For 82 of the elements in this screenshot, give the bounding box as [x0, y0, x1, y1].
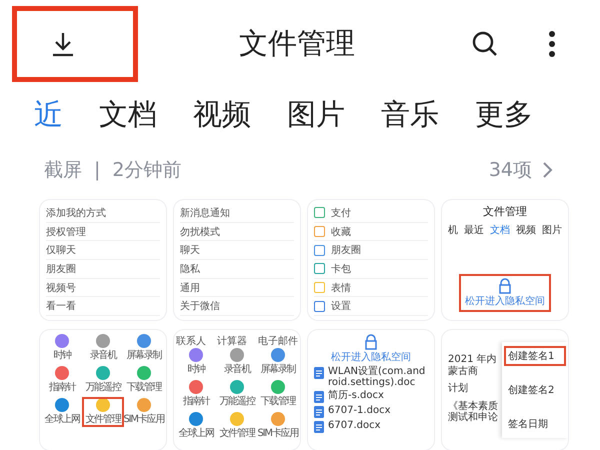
- app-tile: 屏幕录制: [124, 334, 164, 362]
- settings-item: 设置: [331, 300, 351, 314]
- app-tile: 指南针: [42, 366, 82, 394]
- screenshot-thumbnail[interactable]: 时钟 录音机 屏幕录制 指南针 万能遥控 下载管理 全球上网 文件管理 SIM卡应用: [40, 330, 166, 450]
- document-icon: [314, 421, 324, 433]
- document-text: 《基本素质测试和申论: [448, 400, 499, 424]
- tab-label: 视频: [516, 224, 536, 237]
- settings-item: 添加我的方式: [46, 206, 106, 220]
- app-tile: 录音机: [82, 334, 124, 362]
- settings-item: 通用: [180, 282, 200, 295]
- chevron-right-icon[interactable]: [542, 160, 554, 179]
- page-title: 文件管理: [238, 24, 356, 62]
- screenshot-thumbnail[interactable]: 联系人 计算器 电子邮件 时钟 录音机 屏幕录制 指南针 万能遥控 下载管理 全球上网 文件管理 SIM卡应用: [174, 330, 300, 450]
- settings-item: 朋友圈: [331, 244, 361, 258]
- app-title: 文件管理: [483, 204, 527, 219]
- app-tile: 时钟: [176, 348, 216, 376]
- settings-item: 看一看: [46, 300, 76, 314]
- file-name: WLAN设置(com.android.settings).doc: [328, 366, 426, 388]
- tab-label: 最近: [464, 224, 484, 237]
- app-tile: 文件管理: [216, 412, 258, 440]
- document-icon: [314, 391, 324, 403]
- document-icon: [314, 367, 324, 379]
- private-space-label: 松开进入隐私空间: [331, 350, 411, 364]
- screenshot-thumbnail[interactable]: 2021 年内蒙古商 计划 《基本素质测试和申论 创建签名1 创建签名2 签名日期: [442, 330, 568, 450]
- app-tile: 全球上网: [42, 398, 82, 426]
- app-tile: 时钟: [42, 334, 82, 362]
- settings-item: 表情: [331, 282, 351, 295]
- settings-item: 朋友圈: [46, 262, 76, 276]
- tab-label: 图片: [542, 224, 562, 237]
- app-tile: 万能遥控: [216, 380, 258, 408]
- settings-item: 卡包: [331, 262, 351, 276]
- section-title: 截屏: [44, 158, 82, 183]
- app-label: 电子邮件: [258, 334, 298, 348]
- tab-label: 机: [448, 224, 458, 237]
- settings-item: 收藏: [331, 226, 351, 238]
- app-tile: 文件管理: [82, 398, 124, 426]
- lock-icon: [497, 278, 513, 294]
- menu-item: 签名日期: [507, 418, 549, 432]
- category-tab[interactable]: 文档: [99, 94, 157, 135]
- private-space-label: 松开进入隐私空间: [465, 294, 545, 308]
- app-tile: 万能遥控: [82, 366, 124, 394]
- document-text: 计划: [448, 383, 469, 394]
- settings-item: 勿扰模式: [180, 226, 220, 238]
- settings-item: 仅聊天: [46, 244, 76, 258]
- file-name: 6707.docx: [328, 420, 381, 431]
- file-name: 简历-s.docx: [328, 390, 384, 401]
- screenshot-thumbnail[interactable]: 支付 收藏 朋友圈 卡包 表情 设置: [308, 200, 434, 320]
- menu-item: 创建签名2: [507, 384, 556, 398]
- screenshot-thumbnail[interactable]: 添加我的方式 授权管理 仅聊天 朋友圈 视频号 看一看: [40, 200, 166, 320]
- app-tile: 录音机: [216, 348, 258, 376]
- settings-item: 视频号: [46, 282, 76, 295]
- lock-icon: [363, 334, 379, 350]
- category-tab[interactable]: 视频: [193, 94, 251, 135]
- settings-item: 隐私: [180, 262, 200, 276]
- category-tab[interactable]: 图片: [287, 94, 345, 135]
- screenshot-thumbnail[interactable]: 新消息通知 勿扰模式 聊天 隐私 通用 关于微信: [174, 200, 300, 320]
- menu-item: 创建签名1: [504, 346, 566, 366]
- settings-item: 新消息通知: [180, 206, 230, 220]
- app-tile: 屏幕录制: [258, 348, 298, 376]
- app-tile: 下载管理: [124, 366, 164, 394]
- settings-item: 关于微信: [180, 300, 220, 314]
- app-tile: 指南针: [176, 380, 216, 408]
- app-tile: 下载管理: [258, 380, 298, 408]
- category-tab[interactable]: 近: [34, 94, 63, 135]
- settings-item: 支付: [331, 206, 351, 220]
- app-tile: SIM卡应用: [258, 412, 298, 440]
- screenshot-thumbnail[interactable]: 松开进入隐私空间 WLAN设置(com.android.settings).doc 简历-s.docx 6707-1.docx 6707.docx: [308, 330, 434, 450]
- app-label: 联系人: [176, 334, 206, 348]
- document-text: 2021 年内蒙古商: [448, 354, 498, 377]
- category-tab[interactable]: 音乐: [381, 94, 439, 135]
- section-time: 2分钟前: [112, 158, 182, 183]
- document-icon: [314, 406, 324, 418]
- category-tab[interactable]: 更多: [475, 94, 533, 135]
- settings-item: 授权管理: [46, 226, 86, 238]
- settings-item: 聊天: [180, 244, 200, 258]
- app-tile: 全球上网: [176, 412, 216, 440]
- tab-label: 文档: [490, 224, 510, 237]
- app-tile: SIM卡应用: [124, 398, 164, 426]
- screenshot-thumbnail[interactable]: 文件管理 机 最近 文档 视频 图片 松开进入隐私空间: [442, 200, 568, 320]
- separator-glyph: |: [94, 158, 100, 181]
- file-name: 6707-1.docx: [328, 405, 390, 416]
- app-label: 计算器: [217, 334, 247, 348]
